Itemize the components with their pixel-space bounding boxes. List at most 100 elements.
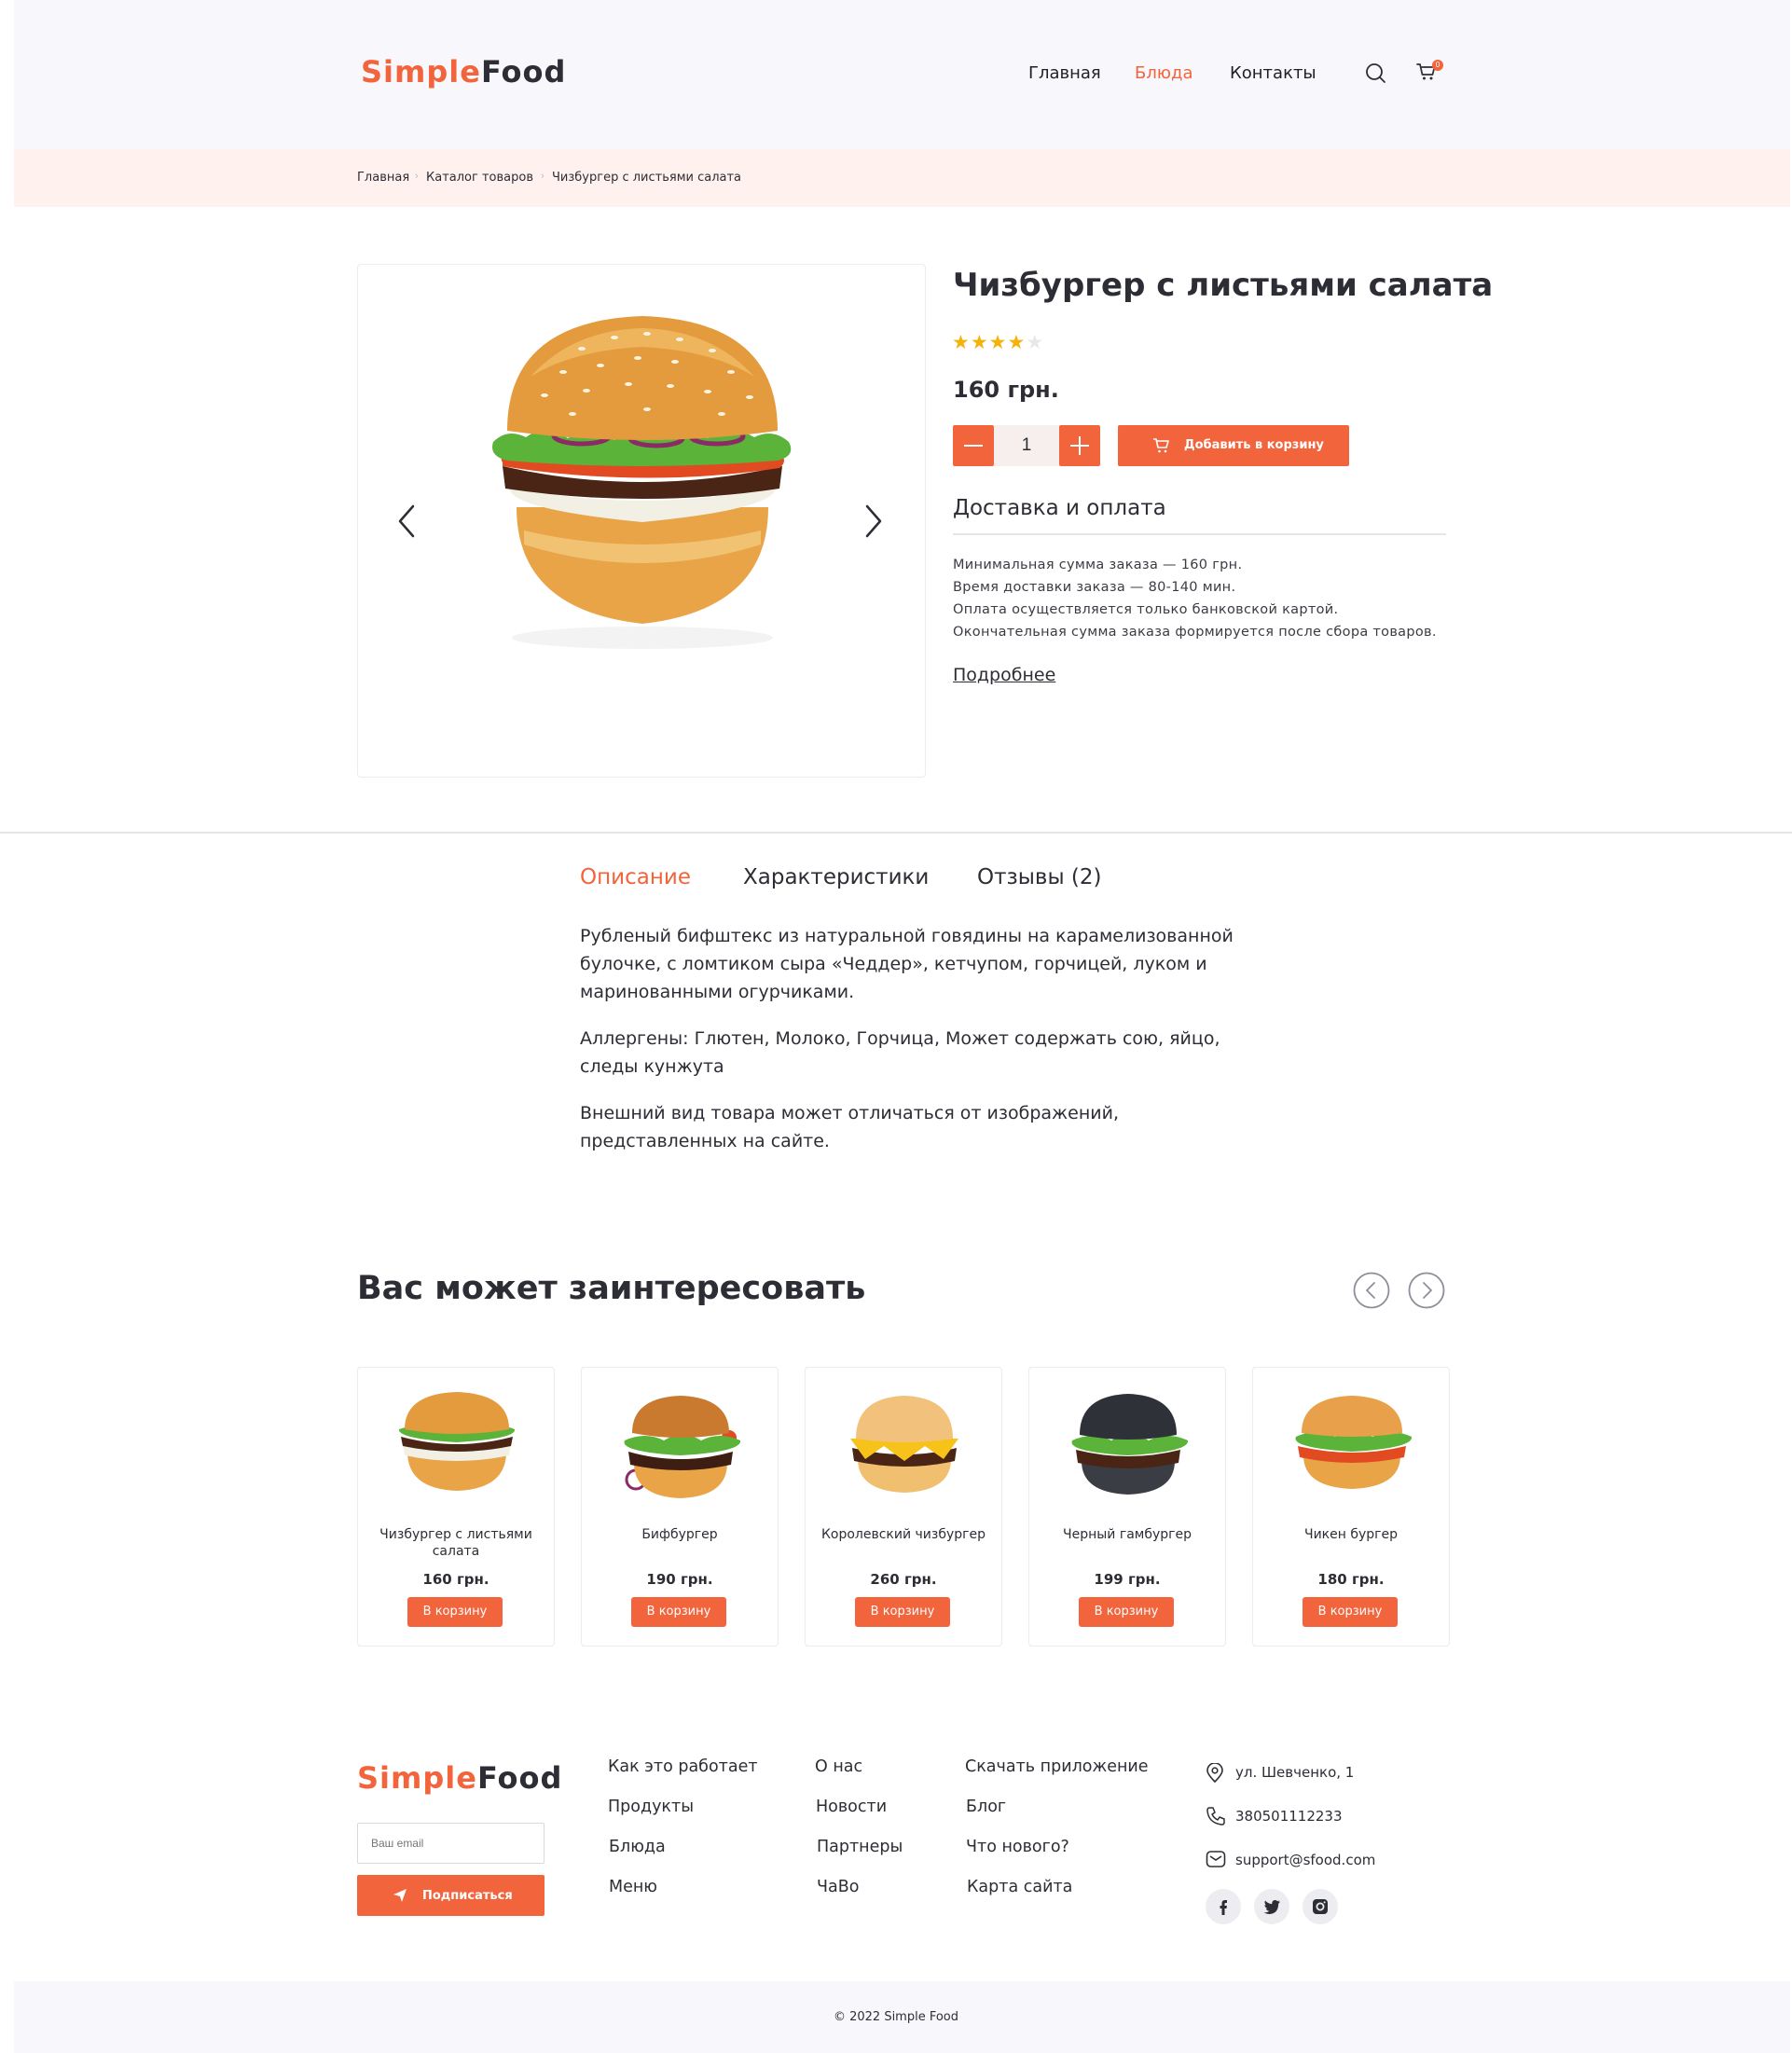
email-field[interactable] [357, 1823, 544, 1864]
location-icon [1206, 1763, 1223, 1784]
footer-link[interactable]: Партнеры [817, 1838, 903, 1856]
footer-email[interactable]: support@sfood.com [1235, 1852, 1375, 1868]
twitter-icon [1263, 1900, 1280, 1914]
product-card-image [1295, 1396, 1413, 1489]
nav-contacts[interactable]: Контакты [1230, 63, 1316, 83]
footer-link[interactable]: Продукты [608, 1798, 694, 1816]
add-to-cart-label: Добавить в корзину [1184, 438, 1324, 452]
breadcrumb-current: Чизбургер с листьями салата [552, 171, 742, 185]
breadcrumb-separator: › [415, 171, 419, 182]
footer-link[interactable]: Как это работает [608, 1757, 758, 1776]
copyright: © 2022 Simple Food [833, 2010, 959, 2024]
instagram-button[interactable] [1303, 1889, 1338, 1924]
nav-home[interactable]: Главная [1028, 63, 1101, 83]
facebook-button[interactable] [1206, 1889, 1241, 1924]
product-card-price: 260 грн. [870, 1571, 937, 1588]
delivery-info: Минимальная сумма заказа — 160 грн. Врем… [953, 554, 1437, 643]
phone-icon [1206, 1807, 1225, 1826]
product-card-image [398, 1392, 516, 1491]
footer-link[interactable]: ЧаВо [817, 1878, 859, 1896]
mail-icon [1206, 1851, 1226, 1867]
footer-link[interactable]: Что нового? [966, 1838, 1069, 1856]
product-card-name[interactable]: Черный гамбургер [1029, 1526, 1225, 1543]
section-divider [0, 832, 1792, 834]
more-link[interactable]: Подробнее [953, 665, 1055, 685]
send-icon [393, 1889, 407, 1902]
quantity-decrease-button[interactable] [953, 425, 994, 466]
product-card-image [1071, 1394, 1189, 1495]
product-card-image [850, 1396, 958, 1493]
description-paragraph: Рубленый бифштекс из натуральной говядин… [580, 926, 1234, 1002]
footer-link[interactable]: Карта сайта [967, 1878, 1072, 1896]
plus-icon [1070, 436, 1089, 455]
subscribe-button[interactable]: Подписаться [357, 1875, 544, 1916]
cart-icon [1153, 438, 1169, 453]
gallery-next-arrow-icon[interactable] [864, 504, 883, 538]
footer-link[interactable]: Блюда [609, 1838, 666, 1856]
tab-characteristics[interactable]: Характеристики [743, 865, 929, 889]
product-card[interactable]: Черный гамбургер 199 грн. В корзину [1028, 1367, 1226, 1647]
site-header [14, 0, 1790, 149]
related-next-icon[interactable] [1408, 1272, 1445, 1309]
nav-dishes[interactable]: Блюда [1135, 63, 1192, 83]
footer-link[interactable]: Блог [966, 1798, 1006, 1816]
star-filled-icon: ★ [988, 332, 1007, 353]
product-card[interactable]: Королевский чизбургер 260 грн. В корзину [805, 1367, 1002, 1647]
facebook-icon [1220, 1900, 1227, 1915]
quantity-increase-button[interactable] [1059, 425, 1100, 466]
product-image [492, 316, 792, 649]
gallery-prev-arrow-icon[interactable] [397, 504, 416, 538]
product-title: Чизбургер с листьями салата [953, 267, 1494, 304]
tab-reviews[interactable]: Отзывы (2) [977, 865, 1102, 889]
star-filled-icon: ★ [970, 332, 988, 353]
delivery-line: Окончательная сумма заказа формируется п… [953, 625, 1437, 640]
related-prev-icon[interactable] [1353, 1272, 1390, 1309]
instagram-icon [1313, 1899, 1328, 1914]
product-card[interactable]: Бифбургер 190 грн. В корзину [581, 1367, 779, 1647]
footer-phone[interactable]: 380501112233 [1235, 1808, 1343, 1825]
star-filled-icon: ★ [952, 332, 970, 353]
product-card-name[interactable]: Королевский чизбургер [806, 1526, 1001, 1543]
subscribe-label: Подписаться [422, 1889, 513, 1903]
email-input[interactable] [358, 1824, 544, 1863]
product-price: 160 грн. [953, 377, 1059, 403]
star-empty-icon: ★ [1026, 332, 1044, 353]
delivery-line: Минимальная сумма заказа — 160 грн. [953, 558, 1243, 572]
tab-description[interactable]: Описание [580, 865, 691, 889]
product-card-cart-button[interactable]: В корзину [407, 1597, 503, 1627]
breadcrumb-catalog[interactable]: Каталог товаров [426, 171, 533, 185]
delivery-title: Доставка и оплата [953, 496, 1166, 520]
twitter-button[interactable] [1254, 1889, 1289, 1924]
product-card-price: 199 грн. [1094, 1571, 1161, 1588]
product-card[interactable]: Чизбургер с листьями салата 160 грн. В к… [357, 1367, 555, 1647]
product-card-name[interactable]: Бифбургер [582, 1526, 778, 1543]
footer-link[interactable]: Скачать приложение [965, 1757, 1149, 1776]
product-card-name[interactable]: Чизбургер с листьями салата [358, 1526, 554, 1560]
product-rating: ★★★★★ [952, 332, 1044, 353]
delivery-divider [953, 533, 1446, 535]
quantity-input[interactable]: 1 [994, 425, 1059, 466]
disclaimer-paragraph: Внешний вид товара может отличаться от и… [580, 1103, 1119, 1151]
add-to-cart-button[interactable]: Добавить в корзину [1118, 425, 1349, 466]
allergens-paragraph: Аллергены: Глютен, Молоко, Горчица, Може… [580, 1028, 1220, 1077]
footer-address: ул. Шевченко, 1 [1235, 1764, 1355, 1781]
breadcrumb-home[interactable]: Главная [357, 171, 409, 185]
product-card-cart-button[interactable]: В корзину [1303, 1597, 1398, 1627]
product-card[interactable]: Чикен бургер 180 грн. В корзину [1252, 1367, 1450, 1647]
footer-link[interactable]: О нас [815, 1757, 862, 1776]
delivery-line: Оплата осуществляется только банковской … [953, 602, 1339, 617]
footer-link[interactable]: Меню [609, 1878, 657, 1896]
product-card-cart-button[interactable]: В корзину [631, 1597, 726, 1627]
product-card-price: 190 грн. [646, 1571, 713, 1588]
header-logo[interactable]: SimpleFood [361, 54, 566, 90]
search-icon[interactable] [1364, 62, 1386, 84]
footer-link[interactable]: Новости [816, 1798, 887, 1816]
footer-logo[interactable]: SimpleFood [357, 1760, 562, 1796]
product-card-cart-button[interactable]: В корзину [1079, 1597, 1174, 1627]
product-card-cart-button[interactable]: В корзину [855, 1597, 950, 1627]
minus-icon [964, 445, 983, 447]
product-card-name[interactable]: Чикен бургер [1253, 1526, 1449, 1543]
star-filled-icon: ★ [1007, 332, 1026, 353]
product-card-image [624, 1396, 741, 1498]
cart-count-badge: 0 [1432, 60, 1443, 71]
